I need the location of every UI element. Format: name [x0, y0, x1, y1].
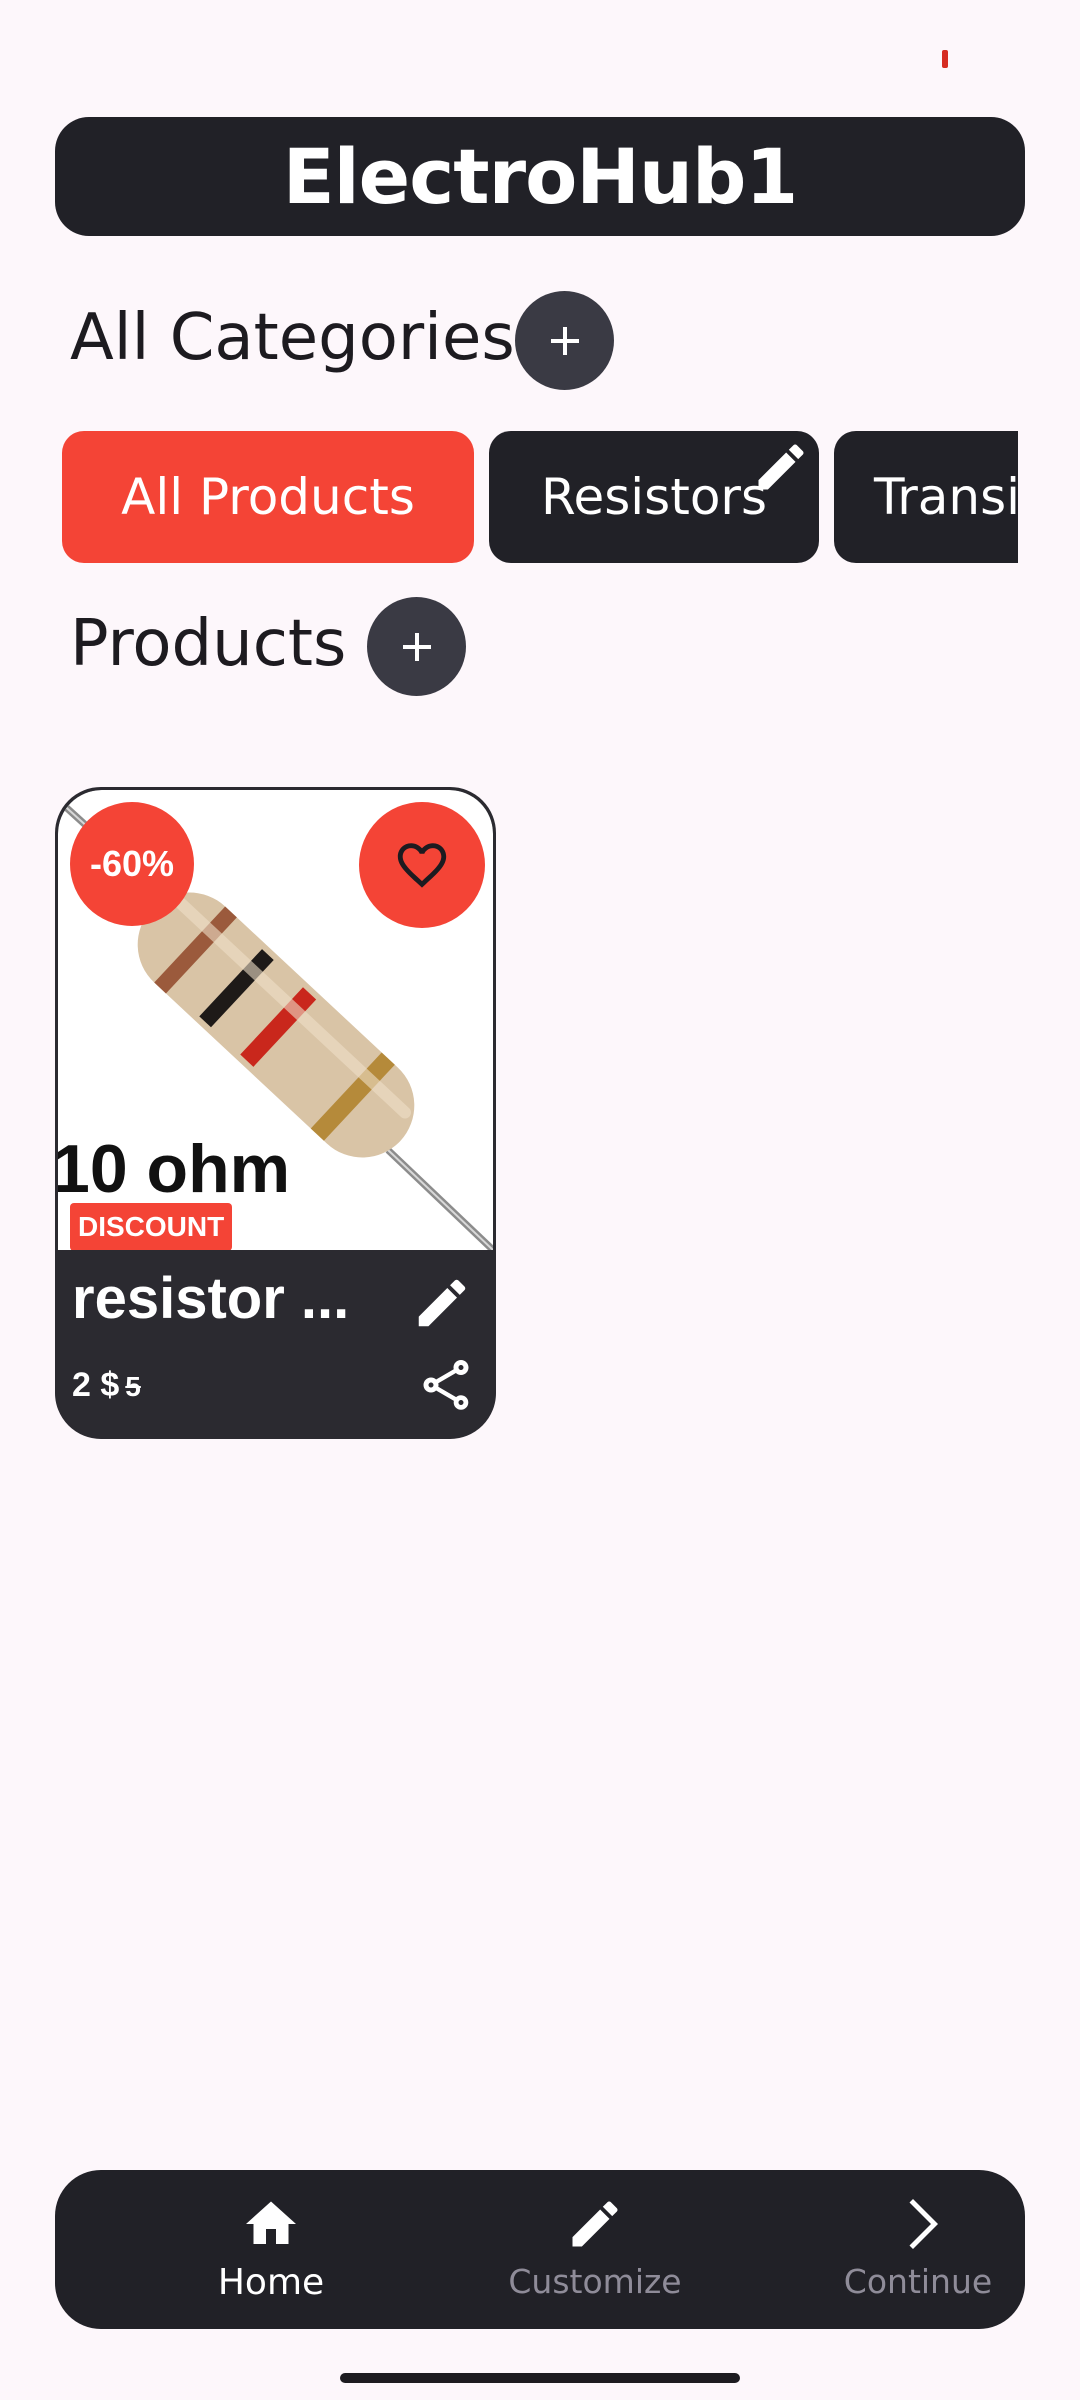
pencil-icon[interactable] [751, 437, 811, 497]
nav-label-continue: Continue [843, 2262, 993, 2301]
discount-badge: -60% [70, 802, 194, 926]
plus-icon [402, 632, 431, 661]
plus-icon [550, 326, 579, 355]
pencil-icon [572, 2201, 618, 2247]
favorite-button[interactable] [359, 802, 485, 928]
category-chip-all-products[interactable]: All Products [62, 431, 474, 563]
nav-item-customize[interactable]: Customize [470, 2170, 720, 2329]
home-indicator[interactable] [340, 2373, 740, 2383]
products-heading: Products [70, 607, 347, 681]
status-bar [0, 0, 1080, 110]
bottom-navigation: Home Customize Continue [55, 2170, 1025, 2329]
nav-label-home: Home [217, 2262, 325, 2303]
category-chip-row[interactable]: All Products Resistors Transis [62, 431, 1018, 563]
product-image-caption: 10 ohm [58, 1131, 291, 1207]
discount-tag: DISCOUNT [70, 1203, 233, 1250]
home-icon [246, 2201, 296, 2244]
nav-item-continue[interactable]: Continue [793, 2170, 1043, 2329]
nav-label-customize: Customize [508, 2262, 682, 2301]
product-name: resistor ... [72, 1267, 350, 1331]
category-chip-label: All Products [121, 468, 415, 526]
category-chip-label: Resistors [540, 468, 768, 526]
heart-outline-icon [397, 843, 447, 888]
product-card[interactable]: 10 ohm DISCOUNT -60% resistor ... 2 $5 [55, 787, 496, 1439]
recording-indicator [942, 50, 948, 68]
add-product-button[interactable] [367, 597, 466, 696]
category-chip-label: Transis [874, 468, 1018, 526]
share-icon[interactable] [416, 1355, 476, 1415]
category-chip-resistors[interactable]: Resistors [489, 431, 819, 563]
app-title: ElectroHub1 [282, 132, 799, 221]
product-current-price: 2 $ [72, 1366, 120, 1404]
pencil-icon[interactable] [411, 1272, 473, 1334]
product-price: 2 $5 [72, 1368, 141, 1402]
app-title-bar: ElectroHub1 [55, 117, 1025, 236]
categories-heading: All Categories [70, 301, 515, 375]
add-category-button[interactable] [515, 291, 614, 390]
product-old-price: 5 [125, 1371, 141, 1402]
category-chip-transistors[interactable]: Transis [834, 431, 1018, 563]
chevron-right-icon [909, 2199, 938, 2249]
nav-item-home[interactable]: Home [146, 2170, 396, 2329]
